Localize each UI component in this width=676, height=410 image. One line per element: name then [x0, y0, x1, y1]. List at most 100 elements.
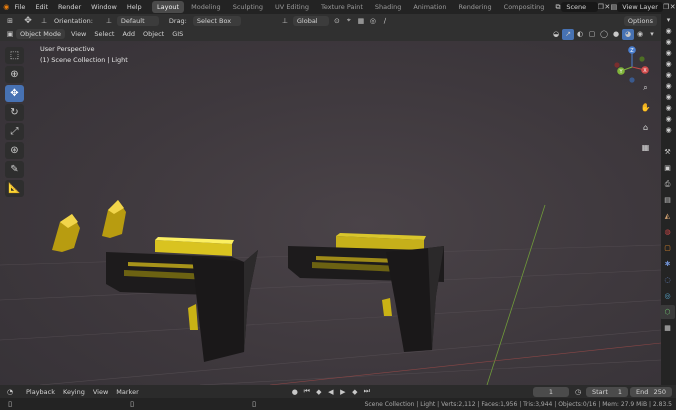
preview-range-icon[interactable]: ◷ [572, 386, 584, 397]
tool-props-icon[interactable]: ⚒ [660, 145, 675, 159]
start-frame-field[interactable]: Start 1 [586, 386, 628, 397]
visibility-eye-icon[interactable]: ◉ [661, 58, 676, 69]
prev-keyframe-icon[interactable]: ◆ [313, 386, 325, 397]
shading-options-icon[interactable]: ▾ [646, 29, 658, 40]
visibility-eye-icon[interactable]: ◉ [661, 25, 676, 36]
measure-icon[interactable]: 📐 [5, 180, 24, 197]
proportional-editing-icon[interactable]: ◎ [367, 15, 379, 26]
mode-dropdown[interactable]: Object Mode [16, 29, 65, 39]
scene-props-icon[interactable]: ◭ [660, 209, 675, 223]
timeline-menu-playback[interactable]: Playback [22, 388, 59, 396]
next-keyframe-icon[interactable]: ◆ [349, 386, 361, 397]
camera-view-icon[interactable]: ⌂ [639, 121, 652, 134]
tab-shading[interactable]: Shading [370, 1, 406, 13]
cursor-icon[interactable]: ⊕ [5, 66, 24, 83]
drag-dropdown[interactable]: Select Box [192, 15, 241, 26]
gizmo-toggle-icon[interactable]: ↗ [562, 28, 574, 40]
wireframe-shading-icon[interactable]: ◯ [598, 29, 610, 40]
visibility-icon[interactable]: ◒ [550, 29, 562, 40]
outliner-filter-icon[interactable]: ▾ [661, 14, 676, 25]
timeline-menu-keying[interactable]: Keying [59, 388, 89, 396]
tab-modeling[interactable]: Modeling [186, 1, 226, 13]
play-icon[interactable]: ▶ [337, 386, 349, 397]
render-props-icon[interactable]: ▣ [660, 161, 675, 175]
tab-animation[interactable]: Animation [408, 1, 451, 13]
overlay-toggle-icon[interactable]: ◐ [574, 29, 586, 40]
output-props-icon[interactable]: ⎙ [660, 177, 675, 191]
particles-props-icon[interactable]: ◌ [660, 273, 675, 287]
pan-hand-icon[interactable]: ✋ [639, 101, 652, 114]
orientation-dropdown[interactable]: Default [116, 15, 159, 26]
tab-layout[interactable]: Layout [152, 1, 185, 13]
view-layer-props-icon[interactable]: ▤ [660, 193, 675, 207]
view-layer-selector[interactable]: View Layer [617, 2, 663, 12]
modifier-props-icon[interactable]: ✱ [660, 257, 675, 271]
editor-type-icon[interactable]: ⊞ [4, 15, 16, 26]
rotate-icon[interactable]: ↻ [5, 104, 24, 121]
move-icon[interactable]: ✥ [5, 85, 24, 102]
viewport-3d[interactable]: User Perspective (1) Scene Collection | … [0, 27, 661, 385]
visibility-eye-icon[interactable]: ◉ [661, 91, 676, 102]
timeline-menu-view[interactable]: View [89, 388, 112, 396]
visibility-eye-icon[interactable]: ◉ [661, 69, 676, 80]
transform-icon[interactable]: ⊛ [5, 142, 24, 159]
tab-texture-paint[interactable]: Texture Paint [316, 1, 368, 13]
material-shading-icon[interactable]: ◕ [622, 28, 634, 40]
solid-shading-icon[interactable]: ● [610, 29, 622, 40]
current-frame-field[interactable]: 1 [533, 386, 569, 397]
menu-render[interactable]: Render [53, 0, 86, 14]
header-menu-gis[interactable]: GIS [168, 30, 187, 38]
orientation-icon: ⊥ [40, 16, 48, 25]
xray-icon[interactable]: ▢ [586, 29, 598, 40]
tab-rendering[interactable]: Rendering [453, 1, 496, 13]
status-bar: ▯ ▯ ▯ Scene Collection | Light | Verts:2… [0, 398, 676, 410]
snap-target-icon[interactable]: ▦ [355, 15, 367, 26]
options-dropdown[interactable]: Options [623, 15, 657, 26]
menu-file[interactable]: File [10, 0, 31, 14]
visibility-eye-icon[interactable]: ◉ [661, 80, 676, 91]
end-frame-field[interactable]: End 250 [630, 386, 672, 397]
timeline-editor-icon[interactable]: ◔ [4, 386, 16, 397]
timeline-menu-marker[interactable]: Marker [112, 388, 142, 396]
move-tool-icon[interactable]: ✥ [22, 15, 34, 26]
snap-icon[interactable]: ⌖ [343, 15, 355, 26]
menu-edit[interactable]: Edit [30, 0, 53, 14]
header-menu-view[interactable]: View [67, 30, 90, 38]
play-reverse-icon[interactable]: ◀ [325, 386, 337, 397]
tab-sculpting[interactable]: Sculpting [228, 1, 268, 13]
texture-props-icon[interactable]: ▦ [660, 321, 675, 335]
tab-compositing[interactable]: Compositing [499, 1, 550, 13]
object-props-icon[interactable]: ▢ [660, 241, 675, 255]
visibility-eye-icon[interactable]: ◉ [661, 102, 676, 113]
world-props-icon[interactable]: ◍ [660, 225, 675, 239]
scene-selector[interactable]: Scene [561, 2, 598, 12]
jump-start-icon[interactable]: ⏮ [301, 386, 313, 397]
pivot-point-icon[interactable]: ⊙ [331, 15, 343, 26]
rendered-shading-icon[interactable]: ◉ [634, 29, 646, 40]
falloff-icon[interactable]: ∕ [379, 15, 391, 26]
menu-help[interactable]: Help [122, 0, 147, 14]
navigation-gizmo[interactable]: Z X Y [612, 45, 652, 85]
transform-orientation-dropdown[interactable]: Global [292, 15, 329, 26]
gizmo-x-label: X [643, 68, 647, 74]
visibility-eye-icon[interactable]: ◉ [661, 36, 676, 47]
scale-icon[interactable]: ⤢ [5, 123, 24, 140]
zoom-icon[interactable]: ⌕ [639, 81, 652, 94]
ortho-grid-icon[interactable]: ▦ [639, 141, 652, 154]
select-tweak-icon[interactable]: ⬚ [5, 47, 24, 64]
view-layer-delete-icon[interactable]: ✕ [669, 2, 676, 13]
visibility-eye-icon[interactable]: ◉ [661, 47, 676, 58]
header-menu-add[interactable]: Add [118, 30, 139, 38]
record-icon[interactable]: ● [289, 386, 301, 397]
visibility-eye-icon[interactable]: ◉ [661, 113, 676, 124]
header-menu-select[interactable]: Select [90, 30, 118, 38]
gun-model-right [288, 233, 444, 352]
tab-uv-editing[interactable]: UV Editing [270, 1, 314, 13]
visibility-eye-icon[interactable]: ◉ [661, 124, 676, 135]
menu-window[interactable]: Window [86, 0, 122, 14]
physics-props-icon[interactable]: ◎ [660, 289, 675, 303]
header-menu-object[interactable]: Object [139, 30, 168, 38]
annotate-icon[interactable]: ✎ [5, 161, 24, 178]
data-props-icon[interactable]: ⬡ [660, 305, 675, 319]
jump-end-icon[interactable]: ⏭ [361, 386, 373, 397]
